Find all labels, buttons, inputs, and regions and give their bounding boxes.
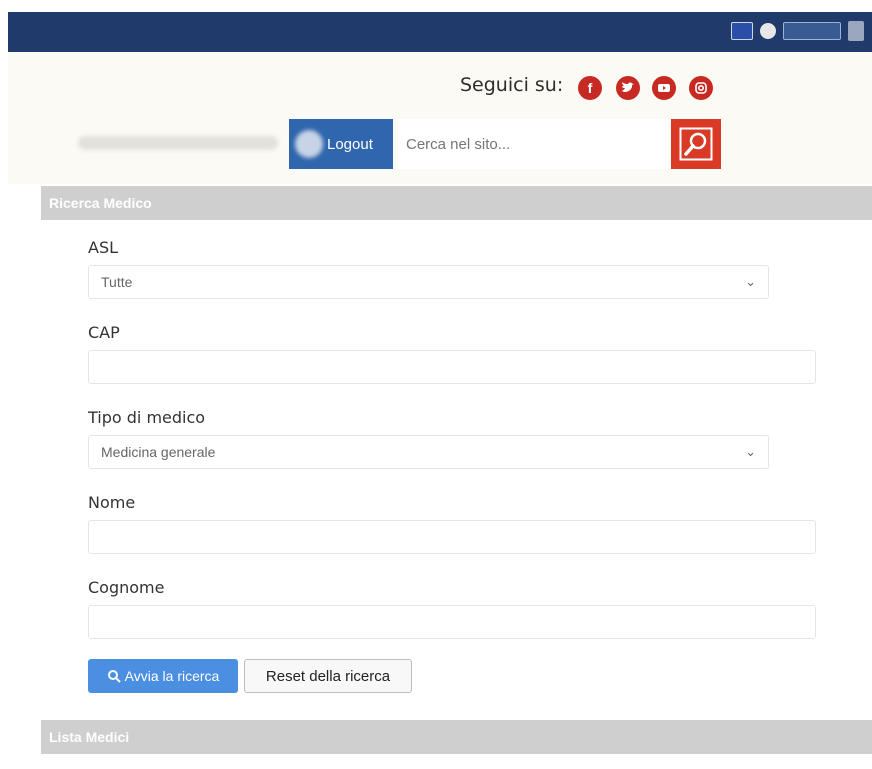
republic-emblem-icon	[760, 23, 776, 39]
cap-field[interactable]	[88, 350, 816, 384]
cap-label: CAP	[88, 323, 120, 342]
last-name-field[interactable]	[88, 605, 816, 639]
chevron-down-icon: ⌄	[745, 274, 756, 289]
institutional-logos	[731, 21, 864, 41]
regione-lazio-logo	[783, 22, 841, 40]
follow-us-label: Seguici su:	[460, 74, 564, 96]
search-panel-header: Ricerca Medico	[41, 186, 872, 220]
search-icon	[107, 670, 121, 683]
start-search-button[interactable]: Avvia la ricerca	[88, 659, 238, 693]
site-search-input[interactable]	[398, 119, 670, 169]
reset-search-button[interactable]: Reset della ricerca	[244, 659, 412, 693]
logout-button[interactable]: Logout	[289, 119, 393, 169]
asl-label: ASL	[88, 238, 119, 257]
search-button[interactable]	[671, 119, 721, 169]
eu-flag-icon	[731, 22, 753, 40]
user-avatar	[295, 130, 323, 158]
site-header: Seguici su: f Logout	[8, 52, 872, 184]
start-search-label: Avvia la ricerca	[124, 668, 220, 684]
star-emblem-icon	[848, 21, 864, 41]
chevron-down-icon: ⌄	[745, 444, 756, 459]
doctor-type-label: Tipo di medico	[88, 408, 206, 427]
last-name-label: Cognome	[88, 578, 165, 597]
instagram-icon[interactable]	[689, 76, 713, 100]
doctor-type-value: Medicina generale	[101, 444, 216, 460]
logout-label: Logout	[327, 135, 373, 153]
user-name-blurred	[78, 136, 278, 150]
asl-select-value: Tutte	[101, 274, 133, 290]
doctors-list-header: Lista Medici	[41, 720, 872, 754]
asl-select[interactable]: Tutte ⌄	[88, 265, 769, 299]
twitter-icon[interactable]	[616, 76, 640, 100]
top-bar	[8, 12, 872, 52]
search-icon	[679, 127, 713, 161]
doctor-type-select[interactable]: Medicina generale ⌄	[88, 435, 769, 469]
first-name-field[interactable]	[88, 520, 816, 554]
first-name-label: Nome	[88, 493, 136, 512]
facebook-icon[interactable]: f	[578, 76, 602, 100]
youtube-icon[interactable]	[652, 76, 676, 100]
